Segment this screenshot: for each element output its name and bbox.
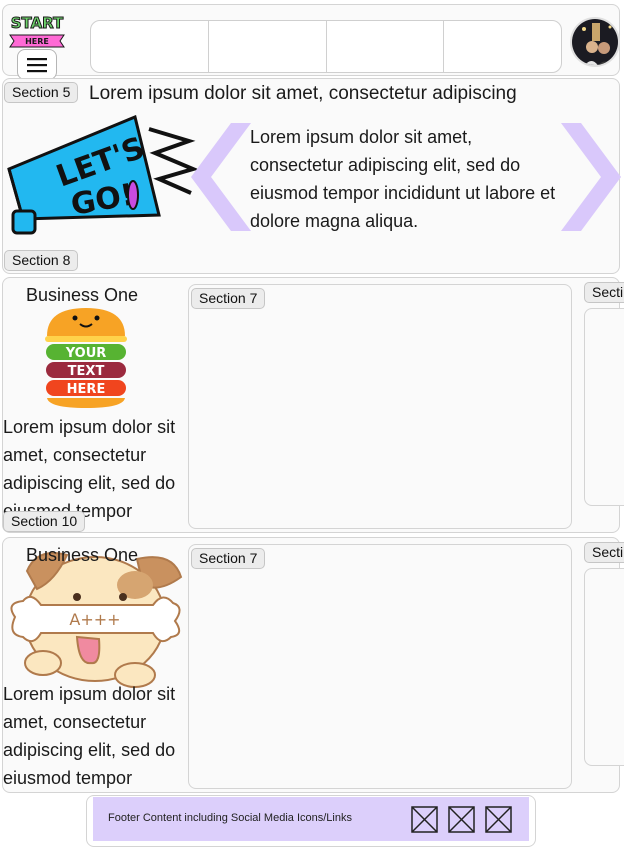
lets-go-megaphone-sticker: LET'S GO! <box>7 115 199 235</box>
hero-title: Lorem ipsum dolor sit amet, consectetur … <box>89 83 517 104</box>
sticker-text-line: YOUR <box>65 346 107 361</box>
social-icon-placeholder[interactable] <box>411 806 438 833</box>
business-description: Lorem ipsum dolor sit amet, consectetur … <box>3 417 176 521</box>
social-icon-placeholder[interactable] <box>448 806 475 833</box>
sticker-text-line: HERE <box>67 382 106 397</box>
sticker-text: A+++ <box>69 610 120 629</box>
nav-item-3[interactable] <box>327 21 445 72</box>
svg-text:START: START <box>11 14 64 32</box>
chevron-right-icon[interactable] <box>559 123 624 231</box>
hero-body-text: Lorem ipsum dolor sit amet, consectetur … <box>250 127 556 231</box>
section-label: Section 10 <box>3 511 86 532</box>
burger-sticker: YOUR TEXT HERE <box>45 308 127 408</box>
section-label: Section 8 <box>4 250 79 271</box>
avatar[interactable] <box>570 17 620 67</box>
hamburger-icon <box>27 57 47 72</box>
nav-item-2[interactable] <box>209 21 327 72</box>
footer-bar: Footer Content including Social Media Ic… <box>93 797 529 841</box>
svg-text:HERE: HERE <box>25 37 49 46</box>
business-description: Lorem ipsum dolor sit amet, consectetur … <box>3 684 176 788</box>
side-panel <box>584 308 624 506</box>
business-title: Business One <box>26 285 139 305</box>
section-label: Section 5 <box>4 82 79 103</box>
section-label: Section 7 <box>191 288 266 309</box>
site-header: START HERE <box>2 4 620 80</box>
section-label: Secti <box>584 282 624 303</box>
business-row: Business One YOUR TEXT HERE Lorem ipsum … <box>2 277 624 533</box>
chevron-left-icon[interactable] <box>187 123 253 231</box>
social-icon-placeholder[interactable] <box>485 806 512 833</box>
section-label: Secti <box>584 542 624 563</box>
business-title: Business One <box>26 545 139 565</box>
business-row: A+++ Business One Lorem ipsum dolor sit … <box>2 537 624 793</box>
hero-section: Section 5 Lorem ipsum dolor sit amet, co… <box>2 78 621 274</box>
profile-photo <box>572 19 618 65</box>
menu-button[interactable] <box>17 49 57 80</box>
content-panel: Section 7 <box>188 544 572 789</box>
nav-item-4[interactable] <box>444 21 561 72</box>
nav-item-1[interactable] <box>91 21 209 72</box>
sticker-text-line: TEXT <box>68 364 105 379</box>
section-label: Section 7 <box>191 548 266 569</box>
footer-text: Footer Content including Social Media Ic… <box>108 812 352 824</box>
site-footer: Footer Content including Social Media Ic… <box>86 795 536 847</box>
nav-bar <box>90 20 562 73</box>
side-panel <box>584 568 624 766</box>
content-panel: Section 7 <box>188 284 572 529</box>
start-here-logo[interactable]: START HERE <box>6 11 68 53</box>
